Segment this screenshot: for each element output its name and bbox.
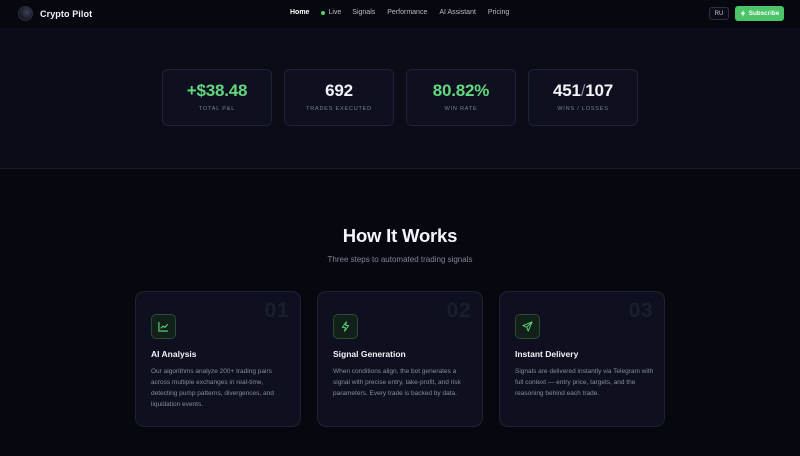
step-description: When conditions align, the bot generates… [333, 368, 461, 397]
stat-value: +$38.48 [186, 81, 248, 100]
stat-value: 692 [325, 81, 353, 100]
step-card-signal-generation: 02 Signal Generation When conditions ali… [317, 291, 483, 427]
stat-label: TOTAL P&L [198, 106, 236, 112]
stat-label: TRADES EXECUTED [306, 106, 372, 112]
section-title: How It Works [342, 225, 458, 246]
step-number: 01 [264, 299, 289, 322]
step-description: Our algorithms analyze 200+ trading pair… [151, 368, 274, 408]
step-title: Instant Delivery [515, 349, 579, 359]
nav-link-home[interactable]: Home [290, 9, 309, 16]
stat-label: WINS / LOSSES [557, 106, 609, 112]
stat-value: 80.82% [432, 81, 490, 100]
step-number: 02 [446, 299, 471, 322]
step-title: AI Analysis [151, 349, 197, 359]
wins-value: 451 [552, 81, 581, 100]
stat-card-win-rate: 80.82% WIN RATE [406, 69, 516, 126]
stat-card-wins-losses: 451/107 WINS / LOSSES [528, 69, 638, 126]
nav-link-live-label: Live [328, 9, 342, 16]
nav-link-pricing[interactable]: Pricing [488, 9, 509, 16]
nav-link-performance[interactable]: Performance [387, 9, 427, 16]
section-subtitle: Three steps to automated trading signals [327, 255, 473, 264]
subscribe-label: Subscribe [748, 10, 780, 17]
stat-card-total-pnl: +$38.48 TOTAL P&L [162, 69, 272, 126]
step-card-instant-delivery: 03 Instant Delivery Signals are delivere… [499, 291, 665, 427]
brand[interactable]: Crypto Pilot [18, 6, 92, 21]
stat-value: 451/107 [529, 81, 637, 101]
subscribe-button[interactable]: Subscribe [735, 6, 784, 21]
top-nav: Crypto Pilot Home Live Signals Performan… [0, 0, 800, 28]
nav-link-live[interactable]: Live [321, 9, 341, 16]
lightning-icon [333, 314, 358, 339]
nav-link-ai-assistant[interactable]: AI Assistant [439, 9, 476, 16]
step-description: Signals are delivered instantly via Tele… [515, 368, 654, 397]
losses-value: 107 [585, 81, 614, 100]
lightning-icon [740, 10, 746, 17]
step-card-ai-analysis: 01 AI Analysis Our algorithms analyze 20… [135, 291, 301, 427]
step-title: Signal Generation [333, 349, 406, 359]
language-toggle-button[interactable]: RU [709, 7, 729, 20]
send-icon [515, 314, 540, 339]
step-number: 03 [628, 299, 653, 322]
chart-line-icon [151, 314, 176, 339]
nav-links: Home Live Signals Performance AI Assista… [290, 9, 509, 16]
stat-card-trades-executed: 692 TRADES EXECUTED [284, 69, 394, 126]
live-dot-icon [321, 10, 326, 15]
stat-label: WIN RATE [444, 106, 478, 112]
nav-link-signals[interactable]: Signals [352, 9, 375, 16]
brand-name: Crypto Pilot [40, 8, 93, 19]
stats-hero: +$38.48 TOTAL P&L 692 TRADES EXECUTED 80… [0, 28, 800, 169]
brand-logo-icon [18, 6, 33, 21]
